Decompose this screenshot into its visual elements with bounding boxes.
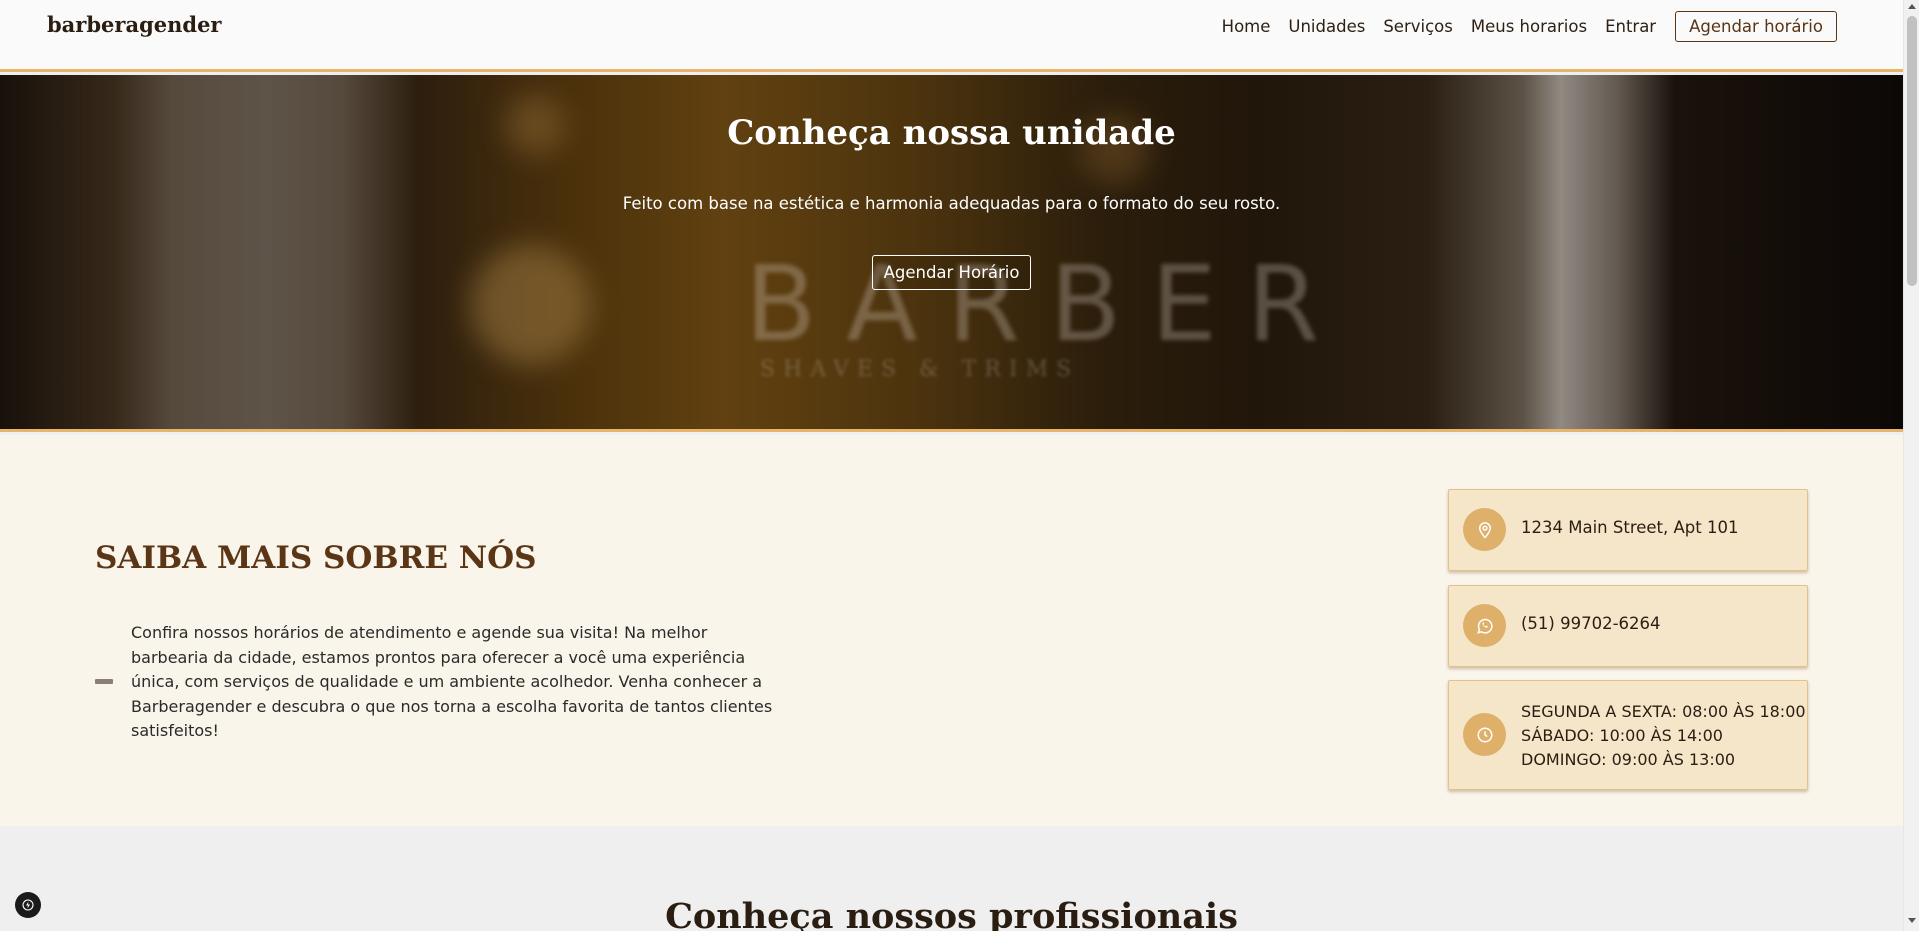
whatsapp-icon [1463,604,1506,647]
hero-watermark-barber: BARBER [745,243,1350,365]
hero-title: Conheça nossa unidade [727,113,1176,153]
nav-link-entrar[interactable]: Entrar [1605,17,1656,36]
scroll-thumb[interactable] [1907,16,1917,286]
about-dash-decoration [95,679,113,684]
nav-link-unidades[interactable]: Unidades [1288,17,1365,36]
hours-list: SEGUNDA A SEXTA: 08:00 ÀS 18:00 SÁBADO: … [1521,700,1806,772]
brand-logo[interactable]: barberagender [47,12,222,37]
professionals-title: Conheça nossos profissionais [665,896,1238,931]
hours-saturday: SÁBADO: 10:00 ÀS 14:00 [1521,726,1723,745]
navbar: barberagender Home Unidades Serviços Meu… [0,0,1903,72]
address-card: 1234 Main Street, Apt 101 [1448,489,1808,571]
page-viewport: barberagender Home Unidades Serviços Meu… [0,0,1903,931]
hours-sunday: DOMINGO: 09:00 ÀS 13:00 [1521,750,1736,769]
hours-card: SEGUNDA A SEXTA: 08:00 ÀS 18:00 SÁBADO: … [1448,680,1808,790]
address-text: 1234 Main Street, Apt 101 [1521,518,1739,537]
map-pin-icon [1463,508,1506,551]
nav-link-meus-horarios[interactable]: Meus horarios [1471,17,1587,36]
vertical-scrollbar[interactable] [1903,0,1919,931]
hero-subtitle: Feito com base na estética e harmonia ad… [622,194,1281,213]
schedule-button-nav[interactable]: Agendar horário [1675,11,1837,42]
nav-link-home[interactable]: Home [1222,17,1271,36]
hero-watermark-shaves: SHAVES & TRIMS [760,357,1080,382]
lightning-icon[interactable] [15,892,41,918]
hero-banner: BARBER SHAVES & TRIMS Conheça nossa unid… [0,75,1903,432]
clock-icon [1463,713,1506,756]
about-text: Confira nossos horários de atendimento e… [131,623,773,740]
about-title: SAIBA MAIS SOBRE NÓS [95,540,537,576]
scroll-up-arrow-icon[interactable] [1908,4,1916,9]
nav-links: Home Unidades Serviços Meus horarios Ent… [1204,11,1837,42]
phone-card: (51) 99702-6264 [1448,585,1808,667]
hours-weekdays: SEGUNDA A SEXTA: 08:00 ÀS 18:00 [1521,702,1806,721]
phone-text[interactable]: (51) 99702-6264 [1521,614,1661,633]
professionals-section: Conheça nossos profissionais [0,826,1903,931]
about-section: SAIBA MAIS SOBRE NÓS Confira nossos horá… [0,435,1903,826]
schedule-button-hero[interactable]: Agendar Horário [872,255,1031,290]
scroll-down-arrow-icon[interactable] [1908,918,1916,923]
nav-link-servicos[interactable]: Serviços [1383,17,1453,36]
